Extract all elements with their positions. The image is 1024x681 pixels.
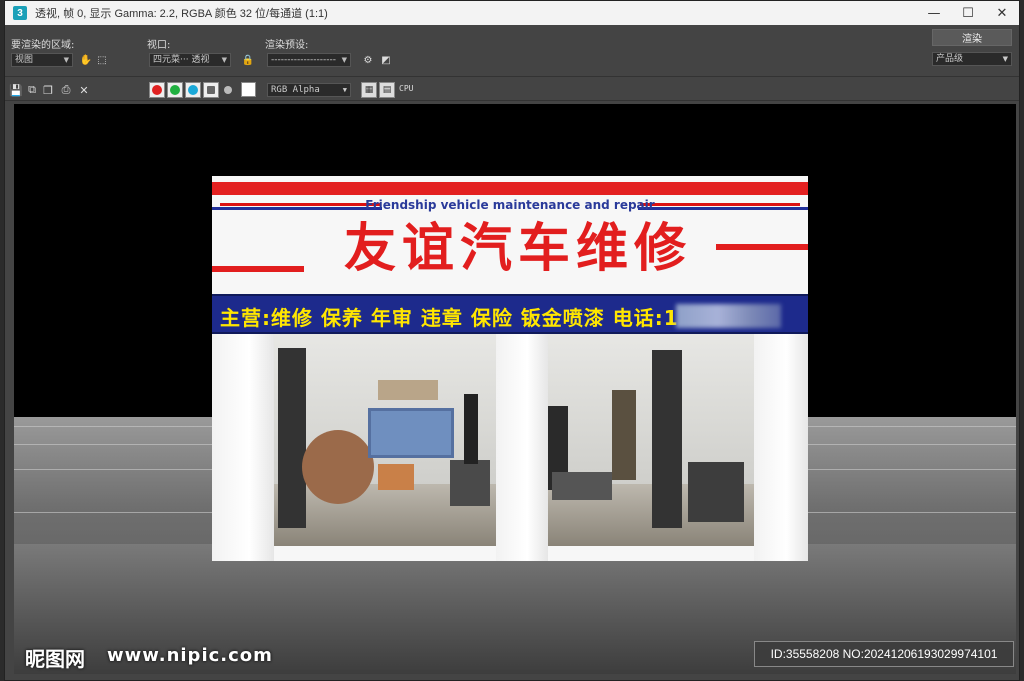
- clone-icon[interactable]: ❐: [41, 83, 55, 97]
- window-title: 透视, 帧 0, 显示 Gamma: 2.2, RGBA 颜色 32 位/每通道…: [35, 8, 328, 20]
- render-settings-toolbar: 要渲染的区域: 视图 ▼ ✋ ⬚ 视口: 四元菜··· 透视 ▼ 🔒 渲染预设:…: [5, 25, 1019, 77]
- car-lift: [278, 348, 306, 528]
- garage-opening-right: [548, 334, 754, 546]
- print-icon[interactable]: ⎙: [59, 83, 73, 97]
- blue-channel-button[interactable]: [185, 82, 201, 98]
- render-setup-icon[interactable]: ⚙: [361, 53, 375, 67]
- car-lift: [652, 350, 682, 528]
- title-bar: 3 透视, 帧 0, 显示 Gamma: 2.2, RGBA 颜色 32 位/每…: [5, 1, 1019, 25]
- environment-icon[interactable]: ◩: [379, 53, 393, 67]
- chevron-down-icon: ▼: [1002, 55, 1008, 63]
- chevron-down-icon: ▼: [63, 56, 69, 64]
- preset-label: 渲染预设:: [265, 40, 309, 51]
- display-toolbar: 💾 ⧉ ❐ ⎙ ✕ RGB Alpha ▼ ▦ ▤ CPU: [5, 79, 1019, 101]
- pillar-right: [754, 334, 808, 561]
- cpu-label: CPU: [399, 84, 414, 93]
- channel-dropdown[interactable]: RGB Alpha ▼: [267, 83, 351, 97]
- top-red-band: [212, 182, 808, 195]
- english-shop-name: Friendship vehicle maintenance and repai…: [365, 198, 655, 212]
- quality-dropdown[interactable]: 产品级 ▼: [932, 52, 1012, 66]
- viewport-dropdown[interactable]: 四元菜··· 透视 ▼: [149, 53, 231, 67]
- preset-dropdown[interactable]: -------------------- ▼: [267, 53, 351, 67]
- chevron-down-icon: ▼: [221, 56, 227, 64]
- chair: [378, 464, 414, 490]
- alpha-channel-button[interactable]: [203, 82, 219, 98]
- area-dropdown[interactable]: 视图 ▼: [11, 53, 73, 67]
- shelf: [612, 390, 636, 480]
- chinese-shop-name: 友谊汽车维修: [343, 219, 692, 279]
- area-dropdown-value: 视图: [15, 55, 34, 65]
- channel-dropdown-value: RGB Alpha: [271, 85, 320, 95]
- red-channel-icon: [152, 85, 162, 95]
- decor-bar: [212, 266, 304, 272]
- garage-opening-left: [274, 334, 496, 546]
- window-controls: — ☐ ✕: [917, 1, 1019, 25]
- watermark-id: ID:35558208 NO:20241206193029974101: [754, 641, 1014, 667]
- render-frame-window: 3 透视, 帧 0, 显示 Gamma: 2.2, RGBA 颜色 32 位/每…: [4, 0, 1020, 681]
- interior-window: [368, 408, 454, 458]
- close-button[interactable]: ✕: [985, 1, 1019, 25]
- blurred-phone-number: [676, 304, 781, 328]
- interior-sign: [378, 380, 438, 400]
- wood-spool: [302, 430, 374, 504]
- services-strip: 主营:维修 保养 年审 违章 保险 钣金喷漆 电话:1: [212, 294, 808, 334]
- viewport-dropdown-value: 四元菜··· 透视: [153, 55, 210, 65]
- background-color-swatch[interactable]: [241, 82, 256, 97]
- green-channel-icon: [170, 85, 180, 95]
- region-select-icon[interactable]: ⬚: [95, 53, 109, 67]
- frame-buffer-icon[interactable]: ▦: [361, 82, 377, 98]
- blue-channel-icon: [188, 85, 198, 95]
- pillar-left: [212, 334, 274, 561]
- shop-facade: Friendship vehicle maintenance and repai…: [212, 176, 808, 561]
- chevron-down-icon: ▼: [341, 56, 347, 64]
- pillar-center: [496, 334, 548, 561]
- red-channel-button[interactable]: [149, 82, 165, 98]
- alpha-channel-icon: [207, 86, 215, 94]
- render-viewport[interactable]: Friendship vehicle maintenance and repai…: [14, 104, 1016, 674]
- maximize-button[interactable]: ☐: [951, 1, 985, 25]
- viewport-label: 视口:: [147, 40, 171, 51]
- image-info-icon[interactable]: ▤: [379, 82, 395, 98]
- app-icon: 3: [13, 6, 27, 20]
- hand-icon[interactable]: ✋: [79, 53, 93, 67]
- minimize-button[interactable]: —: [917, 1, 951, 25]
- save-icon[interactable]: 💾: [9, 83, 23, 97]
- clear-icon[interactable]: ✕: [77, 83, 91, 97]
- copy-icon[interactable]: ⧉: [25, 83, 39, 97]
- watermark-logo: 昵图网: [25, 647, 85, 671]
- bench: [552, 472, 612, 500]
- area-label: 要渲染的区域:: [11, 40, 75, 51]
- equipment: [688, 462, 744, 522]
- equipment: [450, 460, 490, 506]
- green-channel-button[interactable]: [167, 82, 183, 98]
- decor-bar: [716, 244, 808, 250]
- door-frame: [464, 394, 478, 464]
- render-button[interactable]: 渲染: [932, 29, 1012, 46]
- lock-icon[interactable]: 🔒: [241, 53, 255, 67]
- monochrome-icon[interactable]: [224, 86, 232, 94]
- preset-dropdown-value: --------------------: [271, 55, 336, 65]
- watermark-site: www.nipic.com: [107, 645, 273, 666]
- chevron-down-icon: ▼: [342, 86, 347, 94]
- quality-dropdown-value: 产品级: [936, 54, 964, 64]
- services-text: 主营:维修 保养 年审 违章 保险 钣金喷漆 电话:1: [220, 306, 679, 330]
